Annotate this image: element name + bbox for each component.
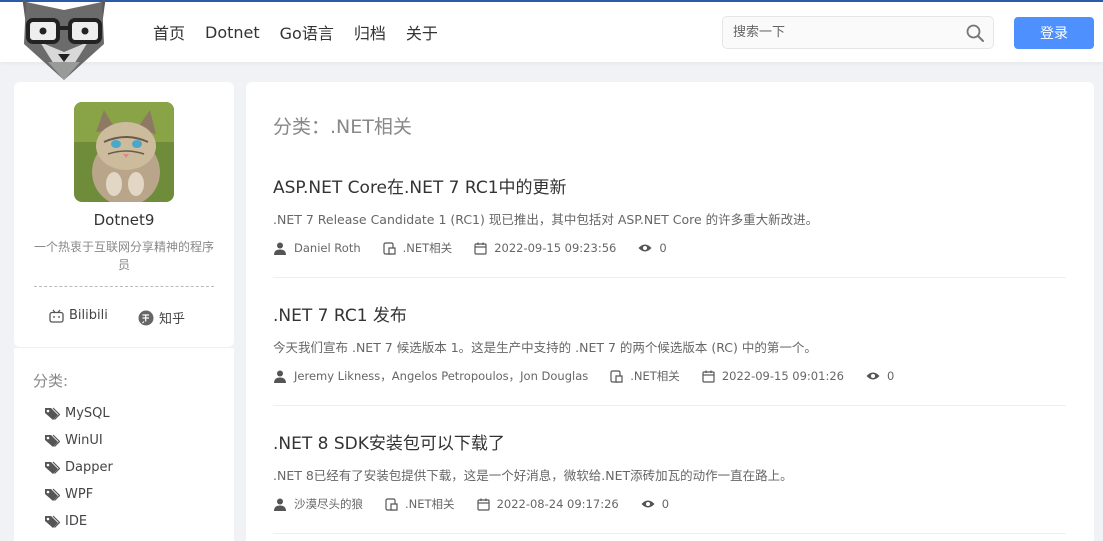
nav-home[interactable]: 首页 bbox=[153, 20, 185, 44]
tags-icon bbox=[44, 461, 60, 475]
tags-icon bbox=[44, 515, 60, 529]
wolf-logo[interactable] bbox=[18, 0, 110, 82]
category-label: WinUI bbox=[65, 433, 103, 448]
category-icon bbox=[610, 369, 623, 383]
bilibili-icon bbox=[49, 309, 64, 323]
article-summary: 今天我们宣布 .NET 7 候选版本 1。这是生产中支持的 .NET 7 的两个… bbox=[273, 340, 817, 355]
avatar[interactable] bbox=[74, 102, 174, 202]
search-icon[interactable] bbox=[965, 23, 985, 43]
category-name: .NET相关 bbox=[630, 369, 680, 383]
views-meta: 0 bbox=[638, 241, 667, 255]
date-meta: 2022-09-15 09:01:26 bbox=[702, 369, 844, 383]
zhihu-icon bbox=[138, 310, 154, 326]
date-meta: 2022-08-24 09:17:26 bbox=[476, 497, 619, 511]
article-meta: Jeremy Likness，Angelos Petropoulos，Jon D… bbox=[273, 368, 916, 384]
article-meta: Daniel Roth .NET相关 2022-09-15 09:23:56 0 bbox=[273, 240, 689, 256]
tags-icon bbox=[44, 434, 60, 448]
publish-date: 2022-09-15 09:23:56 bbox=[494, 241, 617, 255]
nav-archive[interactable]: 归档 bbox=[354, 20, 386, 44]
article-item: .NET 7 RC1 发布 今天我们宣布 .NET 7 候选版本 1。这是生产中… bbox=[273, 301, 1066, 406]
article-item: ASP.NET Core在.NET 7 RC1中的更新 .NET 7 Relea… bbox=[273, 173, 1066, 278]
category-icon bbox=[385, 497, 398, 511]
category-item-ide[interactable]: IDE bbox=[44, 508, 113, 535]
eye-icon bbox=[641, 500, 655, 508]
article-title-link[interactable]: .NET 7 RC1 发布 bbox=[273, 301, 407, 326]
zhihu-link[interactable]: 知乎 bbox=[138, 308, 185, 327]
article-list-panel: 分类：.NET相关 ASP.NET Core在.NET 7 RC1中的更新 .N… bbox=[246, 82, 1094, 541]
main-nav: 首页 Dotnet Go语言 归档 关于 bbox=[153, 2, 458, 62]
nav-dotnet[interactable]: Dotnet bbox=[205, 23, 260, 42]
article-meta: 沙漠尽头的狼 .NET相关 2022-08-24 09:17:26 0 bbox=[273, 496, 691, 512]
publish-date: 2022-08-24 09:17:26 bbox=[496, 497, 619, 511]
author-name: Daniel Roth bbox=[294, 241, 361, 255]
site-header: 首页 Dotnet Go语言 归档 关于 登录 bbox=[0, 0, 1103, 80]
category-name: .NET相关 bbox=[402, 241, 453, 255]
user-icon bbox=[274, 370, 286, 383]
eye-icon bbox=[638, 244, 652, 252]
zhihu-label: 知乎 bbox=[159, 312, 186, 327]
user-icon bbox=[274, 242, 286, 255]
author-meta: 沙漠尽头的狼 bbox=[273, 496, 363, 512]
category-label: MySQL bbox=[65, 406, 110, 421]
category-item-winui[interactable]: WinUI bbox=[44, 427, 113, 454]
search-input[interactable] bbox=[723, 17, 953, 48]
calendar-icon bbox=[474, 242, 487, 255]
view-count: 0 bbox=[659, 241, 667, 255]
tags-icon bbox=[44, 488, 60, 502]
calendar-icon bbox=[476, 498, 490, 511]
category-card: 分类: MySQL WinUI Dapper WPF IDE bbox=[14, 347, 234, 541]
search-box bbox=[722, 16, 994, 49]
category-title: 分类: bbox=[33, 372, 69, 390]
publish-date: 2022-09-15 09:01:26 bbox=[721, 369, 844, 383]
profile-divider bbox=[34, 286, 214, 287]
page-title: 分类：.NET相关 bbox=[273, 116, 412, 138]
author-name: Jeremy Likness，Angelos Petropoulos，Jon D… bbox=[294, 369, 589, 383]
profile-name: Dotnet9 bbox=[93, 211, 155, 229]
category-label: Dapper bbox=[65, 460, 113, 475]
category-list: MySQL WinUI Dapper WPF IDE bbox=[44, 400, 113, 535]
article-title-link[interactable]: .NET 8 SDK安装包可以下载了 bbox=[273, 429, 505, 454]
category-meta[interactable]: .NET相关 bbox=[383, 240, 453, 256]
category-item-dapper[interactable]: Dapper bbox=[44, 454, 113, 481]
view-count: 0 bbox=[661, 497, 670, 511]
calendar-icon bbox=[702, 370, 715, 383]
author-meta: Jeremy Likness，Angelos Petropoulos，Jon D… bbox=[273, 368, 588, 384]
views-meta: 0 bbox=[641, 497, 669, 511]
category-name: .NET相关 bbox=[405, 497, 455, 511]
author-meta: Daniel Roth bbox=[273, 241, 361, 255]
category-meta[interactable]: .NET相关 bbox=[610, 368, 680, 384]
tags-icon bbox=[44, 407, 60, 421]
nav-about[interactable]: 关于 bbox=[406, 20, 438, 44]
article-item: .NET 8 SDK安装包可以下载了 .NET 8已经有了安装包提供下载，这是一… bbox=[273, 429, 1066, 534]
eye-icon bbox=[866, 372, 880, 380]
article-summary: .NET 8已经有了安装包提供下载，这是一个好消息，微软给.NET添砖加瓦的动作… bbox=[273, 468, 793, 483]
views-meta: 0 bbox=[866, 369, 894, 383]
category-item-wpf[interactable]: WPF bbox=[44, 481, 113, 508]
user-icon bbox=[274, 498, 286, 511]
category-icon bbox=[383, 241, 396, 255]
nav-golang[interactable]: Go语言 bbox=[280, 20, 334, 44]
view-count: 0 bbox=[886, 369, 895, 383]
category-item-mysql[interactable]: MySQL bbox=[44, 400, 113, 427]
category-label: IDE bbox=[65, 514, 88, 529]
date-meta: 2022-09-15 09:23:56 bbox=[474, 241, 616, 255]
author-name: 沙漠尽头的狼 bbox=[294, 497, 363, 511]
article-title-link[interactable]: ASP.NET Core在.NET 7 RC1中的更新 bbox=[273, 173, 567, 198]
bilibili-link[interactable]: Bilibili bbox=[49, 308, 108, 323]
profile-card: Dotnet9 一个热衷于互联网分享精神的程序员 Bilibili 知乎 bbox=[14, 82, 234, 347]
profile-description: 一个热衷于互联网分享精神的程序员 bbox=[33, 240, 214, 272]
article-summary: .NET 7 Release Candidate 1 (RC1) 现已推出，其中… bbox=[273, 212, 819, 227]
bilibili-label: Bilibili bbox=[69, 308, 108, 323]
login-button[interactable]: 登录 bbox=[1014, 17, 1094, 49]
category-label: WPF bbox=[65, 487, 94, 502]
category-meta[interactable]: .NET相关 bbox=[385, 496, 455, 512]
